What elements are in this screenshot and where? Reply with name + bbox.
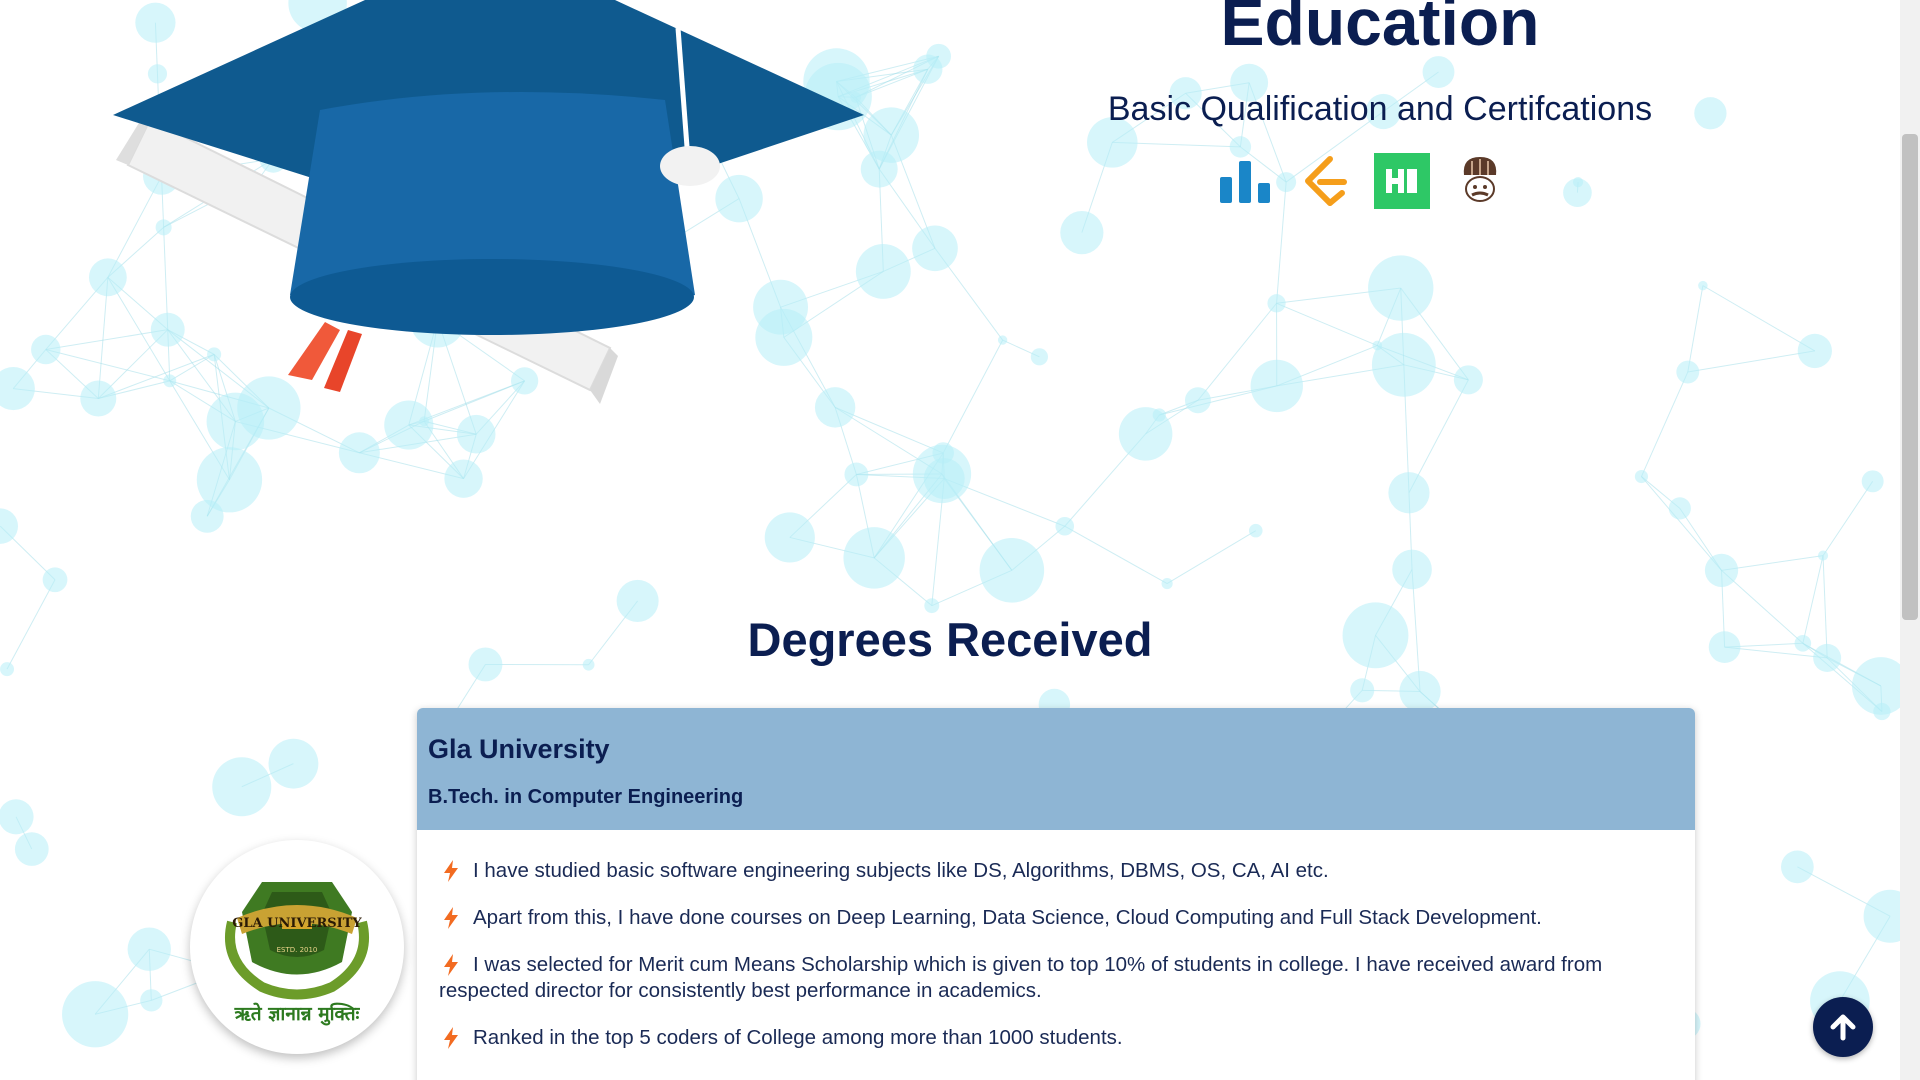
- particle-dot: [1371, 332, 1436, 397]
- list-item: I have studied basic software engineerin…: [439, 858, 1673, 884]
- degree-card: Gla University B.Tech. in Computer Engin…: [417, 708, 1695, 1080]
- particle-dot: [31, 334, 61, 365]
- particle-dot: [1863, 889, 1900, 943]
- particle-dot: [764, 512, 815, 563]
- certification-icons: [1218, 153, 1508, 209]
- list-item: Apart from this, I have done courses on …: [439, 905, 1673, 931]
- list-item: I was selected for Merit cum Means Schol…: [439, 953, 1603, 1002]
- university-name: Gla University: [428, 734, 610, 764]
- particle-dot: [140, 989, 163, 1012]
- particle-link: [1640, 371, 1689, 477]
- bolt-icon: [444, 954, 458, 976]
- particle-dot: [912, 225, 958, 272]
- particle-dot: [1634, 469, 1649, 484]
- particle-link: [1641, 476, 1722, 571]
- particle-dot: [1250, 359, 1303, 413]
- particle-dot: [1797, 333, 1832, 369]
- particle-dot: [1873, 702, 1891, 721]
- particle-dot: [1388, 472, 1430, 514]
- bolt-icon: [444, 907, 458, 929]
- particle-dot: [190, 499, 224, 533]
- particle-dot: [62, 981, 129, 1048]
- particle-dot: [1060, 211, 1104, 255]
- particle-dot: [0, 367, 35, 411]
- particle-dot: [212, 757, 272, 817]
- particle-dot: [1267, 294, 1286, 313]
- particle-dot: [0, 799, 34, 835]
- particle-dot: [444, 459, 483, 498]
- degree-name: B.Tech. in Computer Engineering: [428, 786, 744, 808]
- particle-link: [1166, 530, 1257, 585]
- particle-dot: [127, 927, 171, 971]
- degree-details: I have studied basic software engineerin…: [417, 830, 1695, 1051]
- particle-dot: [1399, 670, 1441, 713]
- particle-link: [1064, 525, 1168, 585]
- bolt-icon: [444, 860, 458, 882]
- particle-dot: [1817, 550, 1829, 561]
- particle-dot: [1248, 523, 1263, 538]
- particle-dot: [1152, 408, 1166, 422]
- particle-link: [1687, 350, 1815, 373]
- particle-dot: [1668, 497, 1691, 520]
- arrow-up-icon: [1830, 1014, 1856, 1041]
- university-logo: GLA UNIVERSITY ESTD. 2010 ऋते ज्ञानान्न …: [190, 840, 404, 1054]
- particle-dot: [1453, 365, 1483, 395]
- scrollbar-thumb[interactable]: [1902, 134, 1918, 620]
- particle-dot: [1030, 348, 1049, 366]
- particle-dot: [1372, 340, 1383, 351]
- particle-link: [1276, 302, 1378, 347]
- list-item: Ranked in the top 5 coders of College am…: [439, 1025, 1673, 1051]
- particle-dot: [923, 458, 965, 500]
- bolt-icon: [444, 1027, 458, 1049]
- svg-text:ESTD. 2010: ESTD. 2010: [277, 946, 318, 954]
- particle-dot: [1350, 678, 1375, 703]
- particle-dot: [14, 832, 49, 866]
- particle-link: [1687, 285, 1704, 373]
- education-title: Education: [1220, 0, 1540, 59]
- particle-dot: [1184, 387, 1211, 414]
- codechef-chef-icon[interactable]: [1452, 153, 1508, 209]
- graduation-cap-illustration: [113, 0, 864, 404]
- particle-dot: [979, 538, 1045, 603]
- particle-dot: [1698, 280, 1708, 291]
- particle-dot: [913, 54, 943, 84]
- particle-dot: [1861, 470, 1884, 493]
- page-scrollbar[interactable]: [1900, 0, 1920, 1080]
- particle-dot: [1781, 850, 1814, 884]
- education-subtitle: Basic Qualification and Certifcations: [1107, 90, 1653, 128]
- particle-dot: [924, 598, 940, 614]
- particle-dot: [997, 335, 1008, 345]
- particle-dot: [1704, 553, 1739, 588]
- particle-link: [942, 339, 1004, 454]
- particle-dot: [1368, 255, 1434, 321]
- scroll-to-top-button[interactable]: [1813, 997, 1873, 1057]
- particle-link: [1822, 481, 1874, 556]
- particle-dot: [268, 738, 319, 789]
- degrees-title: Degrees Received: [747, 613, 1153, 666]
- particle-dot: [1422, 56, 1455, 88]
- particle-dot: [1676, 360, 1700, 384]
- particle-dot: [1563, 178, 1592, 207]
- particle-link: [1702, 285, 1816, 352]
- svg-text:GLA UNIVERSITY: GLA UNIVERSITY: [232, 916, 362, 931]
- particle-dot: [42, 567, 68, 593]
- particle-dot: [843, 527, 905, 589]
- particle-dot: [1055, 516, 1075, 536]
- svg-text:ऋते ज्ञानान्न मुक्तिः: ऋते ज्ञानान्न मुक्तिः: [234, 1002, 361, 1026]
- leetcode-icon[interactable]: [1296, 153, 1352, 209]
- hackerearth-icon[interactable]: [1374, 153, 1430, 209]
- particle-dot: [1161, 578, 1173, 590]
- particle-dot: [844, 462, 869, 487]
- degree-card-header: Gla University B.Tech. in Computer Engin…: [417, 708, 1695, 830]
- particle-dot: [0, 508, 19, 544]
- particle-dot: [1392, 549, 1432, 590]
- codechef-bars-icon[interactable]: [1218, 153, 1274, 209]
